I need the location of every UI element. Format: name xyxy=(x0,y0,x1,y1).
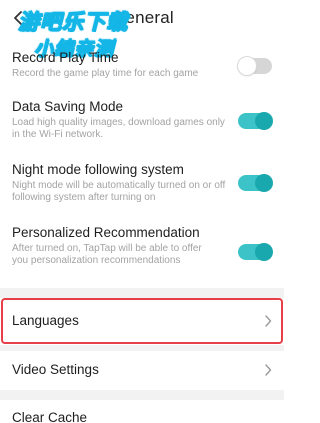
setting-title: Night mode following system xyxy=(12,162,184,177)
setting-description: Load high quality images, download games… xyxy=(12,117,225,140)
setting-title: Data Saving Mode xyxy=(12,99,124,114)
night-mode-toggle[interactable] xyxy=(238,174,273,192)
data-saving-mode-toggle[interactable] xyxy=(238,112,273,130)
clear-cache-row[interactable]: Clear Cache xyxy=(0,398,284,423)
watermark-line1: 游吧乐下载 xyxy=(17,10,128,34)
toggle-knob xyxy=(255,243,273,261)
toggle-knob xyxy=(238,57,256,75)
setting-data-saving-mode: Data Saving Mode Load high quality image… xyxy=(0,99,284,147)
header: General 游吧乐下载 小编亲测 xyxy=(0,0,284,61)
record-play-time-toggle[interactable] xyxy=(238,57,272,75)
highlight-box xyxy=(1,298,283,344)
setting-title: Record Play Time xyxy=(12,50,119,65)
toggle-knob xyxy=(255,174,273,192)
setting-personalized-recommendation: Personalized Recommendation After turned… xyxy=(0,225,284,281)
video-settings-row[interactable]: Video Settings xyxy=(0,350,284,390)
setting-title: Personalized Recommendation xyxy=(12,225,200,240)
setting-night-mode: Night mode following system Night mode w… xyxy=(0,162,284,210)
setting-record-play-time: Record Play Time Record the game play ti… xyxy=(0,50,284,90)
setting-description: Night mode will be automatically turned … xyxy=(12,180,226,203)
video-settings-label: Video Settings xyxy=(12,362,99,377)
section-divider xyxy=(0,288,284,298)
setting-description: Record the game play time for each game xyxy=(12,68,199,79)
chevron-right-icon xyxy=(265,364,272,376)
personalized-recommendation-toggle[interactable] xyxy=(238,243,273,261)
toggle-knob xyxy=(255,112,273,130)
setting-description: After turned on, TapTap will be able to … xyxy=(12,243,202,266)
clear-cache-label: Clear Cache xyxy=(12,410,88,423)
